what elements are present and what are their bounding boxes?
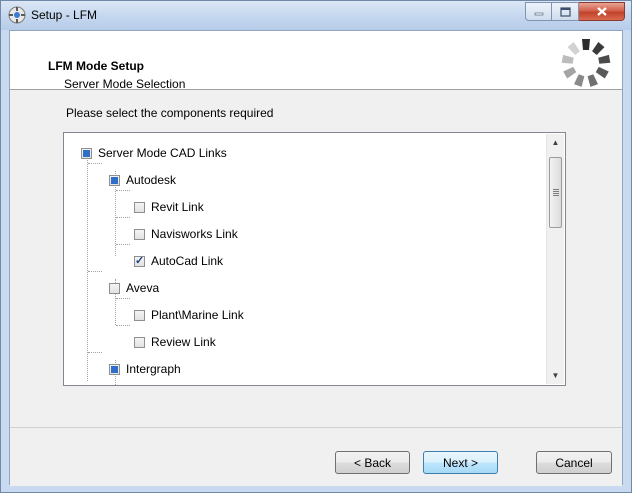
tree-item-plant-marine-link[interactable]: Plant\Marine Link: [134, 305, 244, 325]
window-title: Setup - LFM: [31, 8, 98, 22]
tree-item-label: Server Mode CAD Links: [98, 146, 227, 160]
title-bar[interactable]: Setup - LFM: [1, 1, 631, 30]
maximize-icon: [559, 6, 571, 17]
tree-checkbox[interactable]: [134, 309, 145, 321]
minimize-icon: [534, 12, 543, 15]
tree-item-server-mode-cad-links[interactable]: Server Mode CAD Links: [81, 143, 227, 163]
tree-item-label: Intergraph: [126, 362, 181, 376]
tree-checkbox[interactable]: [81, 147, 92, 159]
tree-checkbox[interactable]: [109, 363, 120, 375]
tree-connector: [116, 244, 130, 246]
tree-item-label: AutoCad Link: [151, 254, 224, 268]
close-button[interactable]: [579, 2, 625, 21]
arrow-up-icon: ▲: [551, 138, 560, 147]
wizard-footer: < Back Next > Cancel: [10, 427, 622, 486]
tree-item-label: Review Link: [151, 335, 216, 349]
tree-checkbox[interactable]: [134, 336, 145, 348]
setup-icon: [8, 6, 26, 24]
scroll-thumb[interactable]: [549, 157, 562, 228]
tree-item-label: Plant\Marine Link: [151, 308, 244, 322]
caption-buttons: [525, 2, 625, 22]
tree-connector: [88, 271, 102, 273]
tree-item-review-link[interactable]: Review Link: [134, 332, 216, 352]
tree-item-label: Navisworks Link: [151, 227, 238, 241]
tree-checkbox[interactable]: [134, 254, 145, 267]
back-button[interactable]: < Back: [335, 451, 410, 474]
next-button[interactable]: Next >: [423, 451, 498, 474]
tree-checkbox[interactable]: [134, 228, 145, 240]
tree-connector: [116, 325, 130, 327]
arrow-down-icon: ▼: [551, 371, 560, 380]
scroll-up-button[interactable]: ▲: [547, 134, 564, 151]
tree-item-partial-next: [134, 382, 151, 385]
instruction-text: Please select the components required: [66, 106, 274, 120]
wizard-client-area: LFM Mode Setup Server Mode Selection Ple…: [9, 30, 623, 486]
wizard-header: LFM Mode Setup Server Mode Selection: [10, 31, 622, 91]
tree-checkbox[interactable]: [134, 201, 145, 213]
tree-item-label: Aveva: [126, 281, 160, 295]
close-icon: [596, 7, 607, 16]
tree-connector: [87, 156, 89, 381]
setup-window: Setup - LFM LFM Mode Setup Server Mode S…: [0, 0, 632, 493]
grip-line: [553, 189, 559, 190]
wizard-logo-icon: [561, 39, 611, 87]
wizard-body: Please select the components required Se…: [10, 90, 622, 426]
tree-connector: [116, 190, 130, 192]
tree-item-revit-link[interactable]: Revit Link: [134, 197, 204, 217]
tree-connector: [116, 298, 130, 300]
page-title: LFM Mode Setup: [48, 59, 144, 73]
grip-line: [553, 191, 559, 192]
minimize-button[interactable]: [525, 2, 552, 21]
tree-checkbox[interactable]: [109, 174, 120, 186]
grip-line: [553, 195, 559, 196]
component-tree[interactable]: Server Mode CAD Links Autodesk Revit Lin…: [63, 132, 566, 386]
tree-item-autocad-link[interactable]: AutoCad Link: [134, 251, 223, 271]
tree-item-label: Autodesk: [126, 173, 177, 187]
tree-connector: [88, 352, 102, 354]
page-subtitle: Server Mode Selection: [64, 77, 186, 91]
tree-scrollbar[interactable]: ▲ ▼: [546, 134, 564, 384]
tree-item-autodesk[interactable]: Autodesk: [109, 170, 176, 190]
maximize-button[interactable]: [552, 2, 579, 21]
tree-item-aveva[interactable]: Aveva: [109, 278, 159, 298]
grip-line: [553, 193, 559, 194]
tree-item-navisworks-link[interactable]: Navisworks Link: [134, 224, 238, 244]
tree-item-label: Revit Link: [151, 200, 204, 214]
tree-checkbox[interactable]: [109, 282, 120, 294]
tree-item-intergraph[interactable]: Intergraph: [109, 359, 181, 379]
cancel-button[interactable]: Cancel: [536, 451, 612, 474]
scroll-down-button[interactable]: ▼: [547, 367, 564, 384]
tree-connector: [88, 163, 102, 165]
tree-connector: [116, 217, 130, 219]
